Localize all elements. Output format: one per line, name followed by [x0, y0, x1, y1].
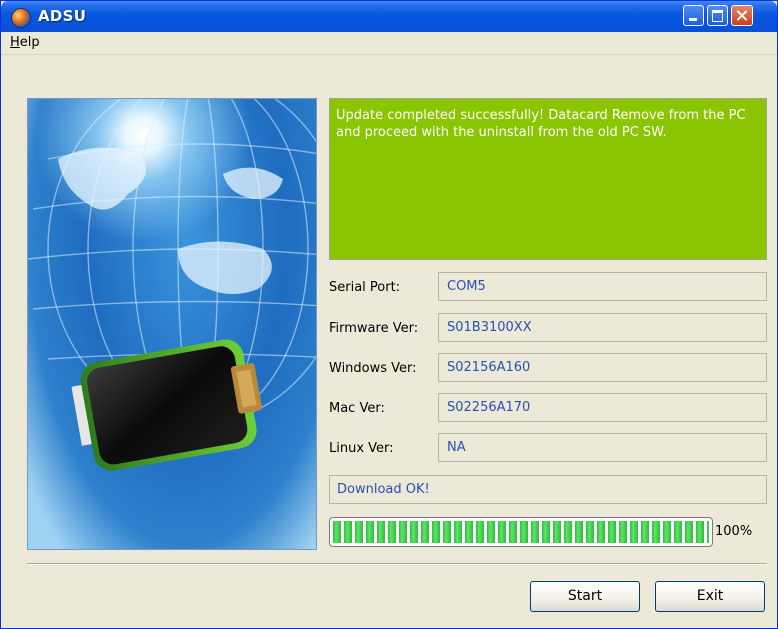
exit-button-label: Exit — [696, 588, 724, 604]
window-title: ADSU — [38, 7, 87, 25]
exit-button[interactable]: Exit — [655, 581, 765, 612]
menu-help[interactable]: Help — [10, 35, 40, 50]
progress-fill — [333, 521, 709, 543]
app-logo-icon — [11, 8, 31, 28]
divider-highlight — [27, 564, 767, 565]
globe-datacard-image — [27, 98, 317, 550]
firmware-ver-label: Firmware Ver: — [329, 321, 419, 336]
start-button[interactable]: Start — [530, 581, 640, 612]
minimize-button[interactable] — [683, 5, 704, 26]
maximize-button[interactable] — [707, 5, 728, 26]
start-button-label: Start — [567, 588, 603, 604]
firmware-ver-field: S01B3100XX — [438, 313, 767, 342]
windows-ver-field: S02156A160 — [438, 353, 767, 382]
serial-port-field: COM5 — [438, 272, 767, 301]
mac-ver-field: S02256A170 — [438, 393, 767, 422]
app-window: ADSU Help Update completed successfully!… — [0, 0, 778, 629]
download-status: Download OK! — [337, 482, 430, 497]
title-bar[interactable]: ADSU — [1, 1, 777, 32]
serial-port-label: Serial Port: — [329, 280, 401, 295]
linux-ver-field: NA — [438, 433, 767, 462]
firmware-ver-value: S01B3100XX — [447, 320, 532, 335]
download-status-box: Download OK! — [329, 475, 767, 504]
serial-port-value: COM5 — [447, 279, 486, 294]
windows-ver-value: S02156A160 — [447, 360, 531, 375]
status-message-panel: Update completed successfully! Datacard … — [329, 98, 767, 260]
progress-bar — [329, 517, 713, 547]
mac-ver-label: Mac Ver: — [329, 401, 385, 416]
linux-ver-label: Linux Ver: — [329, 441, 394, 456]
globe-illustration — [28, 99, 316, 471]
mac-ver-value: S02256A170 — [447, 400, 531, 415]
close-button[interactable] — [731, 5, 753, 26]
linux-ver-value: NA — [447, 440, 466, 455]
windows-ver-label: Windows Ver: — [329, 361, 417, 376]
status-message: Update completed successfully! Datacard … — [336, 108, 746, 140]
menu-bar: Help — [1, 32, 777, 55]
progress-percent: 100% — [715, 524, 753, 539]
